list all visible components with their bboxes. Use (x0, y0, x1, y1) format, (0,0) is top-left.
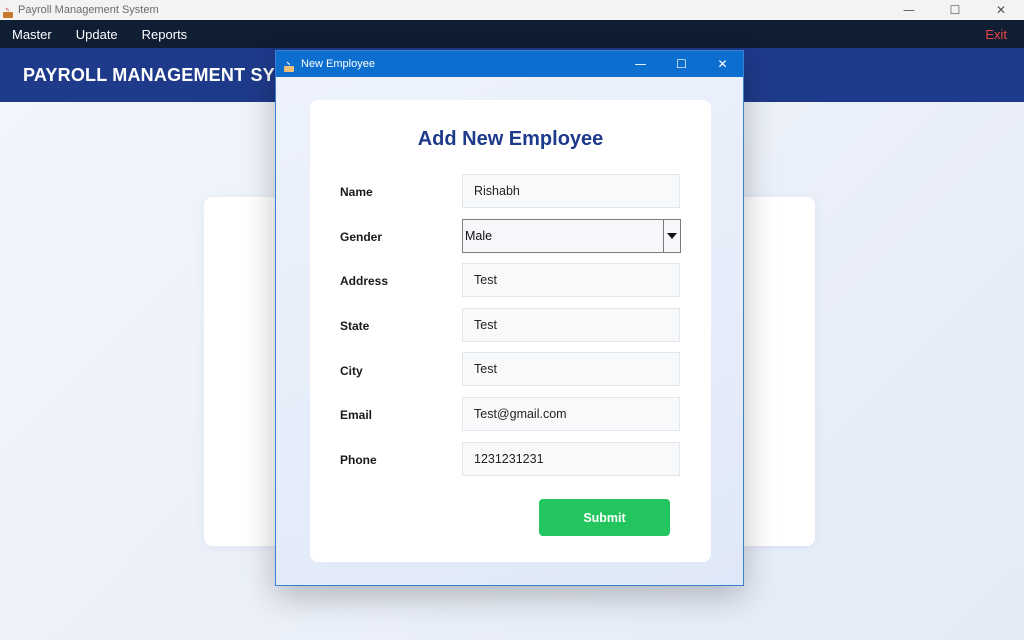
dialog-close-button[interactable]: ✕ (702, 51, 743, 77)
app-title: Payroll Management System (18, 4, 159, 16)
new-employee-dialog: New Employee — ☐ ✕ Add New Employee Name… (275, 50, 744, 586)
menu-master[interactable]: Master (12, 27, 52, 42)
gender-selected-value[interactable]: Male (463, 220, 664, 252)
dialog-window-controls: — ☐ ✕ (620, 51, 743, 77)
name-label: Name (340, 185, 373, 199)
java-app-icon (283, 58, 295, 72)
menu-update[interactable]: Update (76, 27, 118, 42)
phone-field[interactable]: 1231231231 (462, 442, 680, 476)
phone-label: Phone (340, 453, 377, 467)
app-titlebar: Payroll Management System — ☐ ✕ (0, 0, 1024, 20)
dialog-minimize-button[interactable]: — (620, 51, 661, 77)
dialog-maximize-button[interactable]: ☐ (661, 51, 702, 77)
minimize-button[interactable]: — (886, 0, 932, 20)
gender-label: Gender (340, 230, 383, 244)
submit-button[interactable]: Submit (539, 499, 670, 536)
city-field[interactable]: Test (462, 352, 680, 386)
email-label: Email (340, 408, 373, 422)
address-field[interactable]: Test (462, 263, 680, 297)
gender-select[interactable]: Male (462, 219, 681, 253)
menu-reports[interactable]: Reports (142, 27, 188, 42)
dialog-title: New Employee (301, 58, 375, 70)
menu-exit[interactable]: Exit (985, 27, 1007, 42)
state-label: State (340, 319, 370, 333)
dropdown-arrow-icon[interactable] (664, 220, 680, 252)
address-label: Address (340, 274, 389, 288)
name-field[interactable]: Rishabh (462, 174, 680, 208)
state-field[interactable]: Test (462, 308, 680, 342)
java-app-icon (2, 4, 14, 18)
city-label: City (340, 364, 363, 378)
employee-form: Add New Employee Name Rishabh Gender Mal… (310, 100, 711, 562)
maximize-button[interactable]: ☐ (932, 0, 978, 20)
email-field[interactable]: Test@gmail.com (462, 397, 680, 431)
dialog-titlebar: New Employee — ☐ ✕ (276, 51, 743, 77)
close-button[interactable]: ✕ (978, 0, 1024, 20)
window-controls: — ☐ ✕ (886, 0, 1024, 20)
menubar: Master Update Reports Exit (0, 20, 1024, 48)
form-heading: Add New Employee (417, 128, 604, 150)
